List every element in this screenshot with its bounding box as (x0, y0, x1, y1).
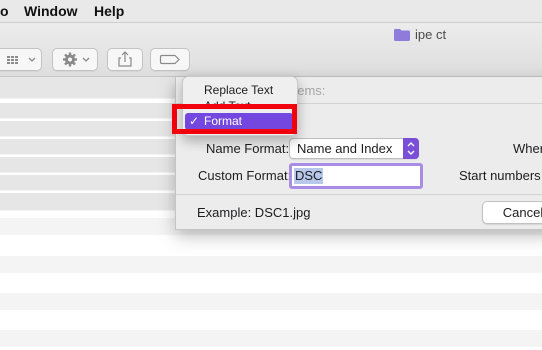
cancel-button[interactable]: Cancel (482, 201, 542, 224)
menu-item-replace-text[interactable]: Replace Text (204, 83, 273, 97)
menu-partial-item[interactable]: o (0, 3, 9, 19)
window-title: ipe ct (394, 27, 446, 42)
finder-toolbar: ipe ct (0, 23, 542, 77)
chevron-down-icon (28, 57, 36, 62)
menu-window[interactable]: Window (24, 3, 78, 19)
custom-format-value: DSC (294, 168, 324, 184)
menu-help[interactable]: Help (94, 3, 124, 19)
example-text: Example: DSC1.jpg (197, 205, 311, 220)
menu-bar: o Window Help (0, 0, 542, 23)
gear-icon (63, 52, 77, 67)
divider (176, 194, 542, 195)
share-icon (118, 51, 132, 67)
table-row[interactable] (0, 293, 542, 310)
select-stepper[interactable] (403, 138, 419, 159)
view-options-button[interactable] (0, 48, 42, 71)
name-format-value: Name and Index (297, 141, 393, 156)
table-row[interactable] (0, 256, 542, 273)
window-title-text: ipe ct (415, 27, 447, 42)
annotation-highlight (172, 104, 297, 134)
chevron-down-icon (82, 57, 90, 62)
up-down-chevron-icon (407, 142, 415, 155)
action-menu-button[interactable] (52, 48, 98, 71)
tag-icon (159, 54, 180, 65)
name-format-select[interactable]: Name and Index (289, 138, 419, 159)
folder-icon (394, 28, 410, 41)
share-button[interactable] (107, 48, 143, 71)
where-label: Where (513, 141, 542, 156)
custom-format-field[interactable]: DSC (289, 163, 423, 189)
custom-format-label: Custom Format: (198, 168, 292, 183)
start-numbers-label: Start numbers a (459, 168, 542, 183)
table-row[interactable] (0, 330, 542, 347)
name-format-label: Name Format: (206, 141, 290, 156)
grid-view-icon (7, 56, 18, 64)
tag-button[interactable] (150, 48, 190, 71)
